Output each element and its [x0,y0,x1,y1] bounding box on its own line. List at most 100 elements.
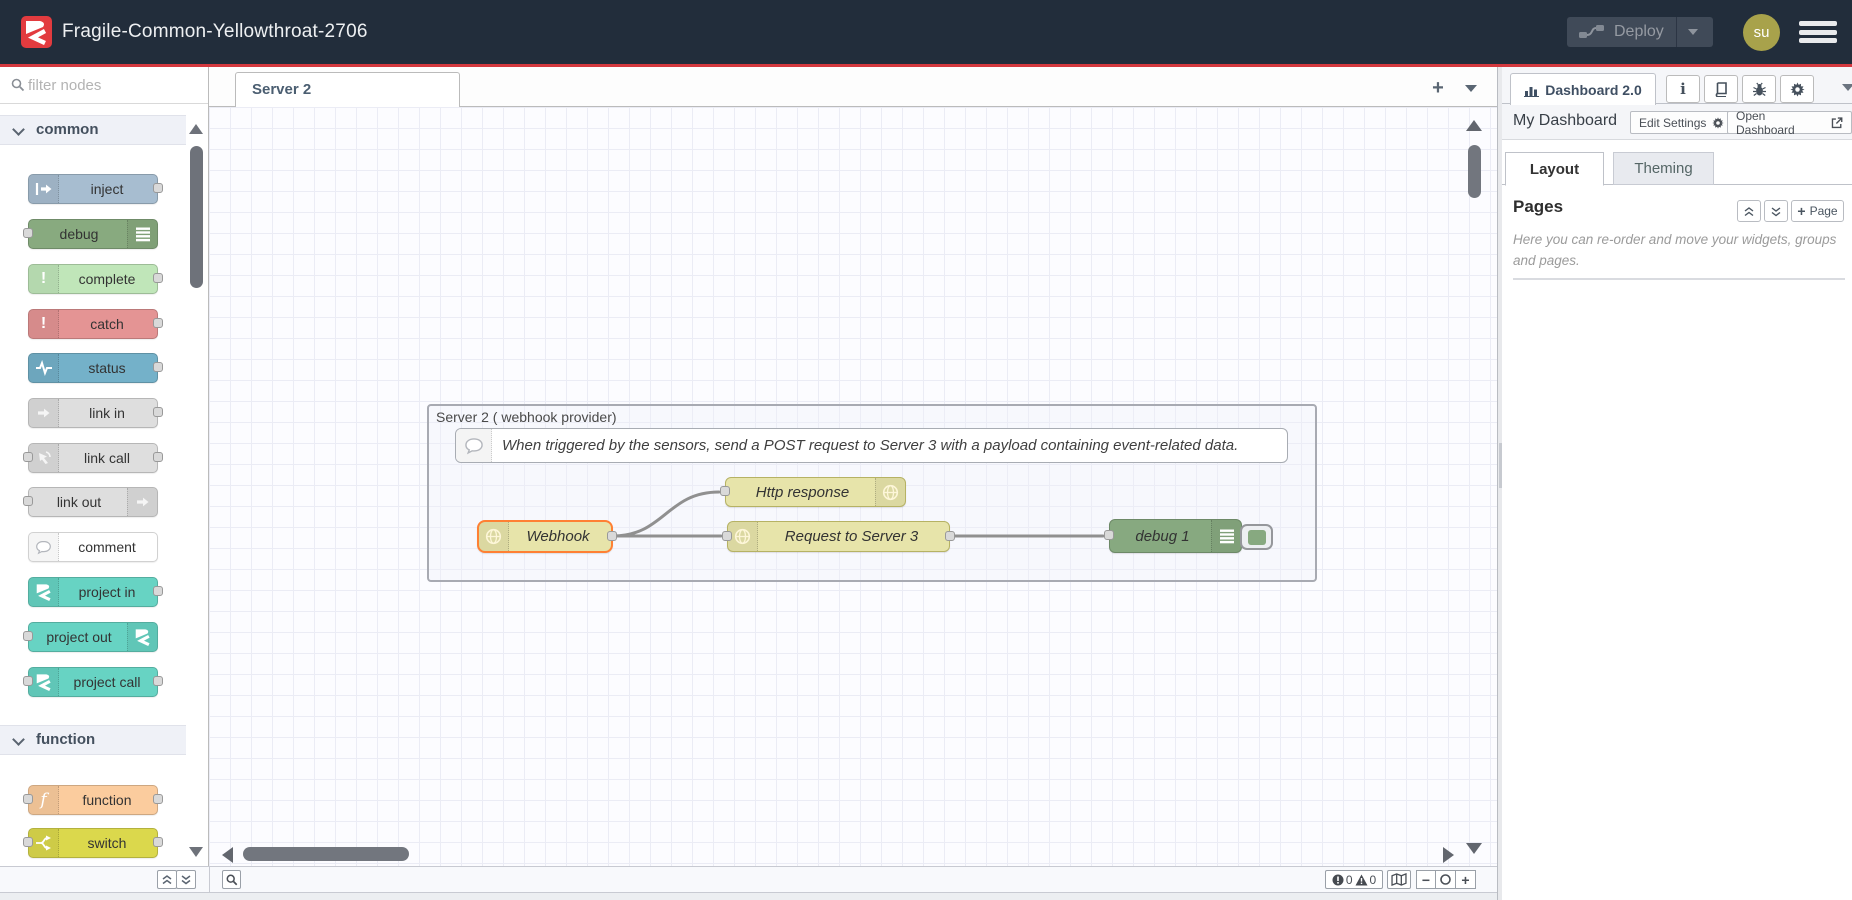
debug-list-icon [1211,520,1241,552]
zoom-out-button[interactable]: − [1416,870,1436,889]
palette-node-complete[interactable]: ! complete [28,264,158,294]
input-port[interactable] [23,228,33,238]
palette-category-function[interactable]: function [0,725,186,755]
deploy-options-caret[interactable] [1676,17,1709,47]
gear-icon [1712,117,1724,129]
palette-search [0,67,208,104]
link-arrow-icon [127,488,157,516]
move-page-down-button[interactable] [1764,200,1788,222]
palette-node-function[interactable]: f function [28,785,158,815]
circle-icon [1440,874,1451,885]
palette-node-status[interactable]: status [28,353,158,383]
palette-category-common[interactable]: common [0,115,186,145]
add-flow-button[interactable]: + [1423,73,1453,103]
comment-bubble-icon [456,429,492,462]
palette-node-link-in[interactable]: link in [28,398,158,428]
canvas-scroll-left[interactable] [222,847,233,863]
input-port[interactable] [720,486,730,496]
edit-settings-button[interactable]: Edit Settings [1630,111,1733,134]
output-port[interactable] [945,531,955,541]
palette-expand-all-button[interactable] [176,870,196,889]
flow-node-debug1[interactable]: debug 1 [1109,519,1242,553]
output-port[interactable] [153,452,163,462]
project-logo-icon [29,668,59,696]
flow-canvas[interactable]: Server 2 ( webhook provider) When trigge… [209,107,1497,866]
comment-node[interactable]: When triggered by the sensors, send a PO… [455,428,1288,463]
project-logo-icon [29,578,59,606]
pages-help-text: Here you can re-order and move your widg… [1513,230,1845,272]
output-port[interactable] [153,183,163,193]
input-port[interactable] [23,452,33,462]
palette-node-comment[interactable]: comment [28,532,158,562]
input-port[interactable] [1104,530,1114,540]
palette-scroll-down[interactable] [189,847,203,857]
input-port[interactable] [23,676,33,686]
zoom-reset-button[interactable] [1436,870,1456,889]
input-port[interactable] [23,837,33,847]
palette-node-link-call[interactable]: link call [28,443,158,473]
palette-node-project-in[interactable]: project in [28,577,158,607]
debug-enable-toggle[interactable] [1240,524,1273,550]
flow-node-webhook[interactable]: Webhook [477,520,613,553]
sidebar-tabs-caret[interactable] [1842,84,1852,91]
input-port[interactable] [722,531,732,541]
move-page-up-button[interactable] [1737,200,1761,222]
comment-text: When triggered by the sensors, send a PO… [502,429,1238,462]
palette-node-project-out[interactable]: project out [28,622,158,652]
palette-scroll-up[interactable] [189,124,203,134]
palette-node-switch[interactable]: switch [28,828,158,858]
input-port[interactable] [23,631,33,641]
tab-layout[interactable]: Layout [1505,152,1604,186]
input-port[interactable] [23,794,33,804]
deploy-button[interactable]: Deploy [1567,17,1713,47]
pages-heading: Pages [1513,197,1563,217]
canvas-vscrollbar[interactable] [1468,145,1481,198]
open-dashboard-button[interactable]: Open Dashboard [1727,111,1852,134]
user-avatar[interactable]: su [1743,14,1780,51]
canvas-scroll-down[interactable] [1466,843,1482,854]
output-port[interactable] [153,586,163,596]
flow-node-request-to-server3[interactable]: Request to Server 3 [727,521,950,552]
dashboard-header-row: My Dashboard Edit Settings Open Dashboar… [1502,104,1852,140]
zoom-in-button[interactable]: + [1456,870,1476,889]
palette-collapse-all-button[interactable] [157,870,177,889]
palette-node-link-out[interactable]: link out [28,487,158,517]
sidebar-tab-dashboard[interactable]: Dashboard 2.0 [1510,73,1656,105]
output-port[interactable] [153,407,163,417]
flow-tab-server2[interactable]: Server 2 [235,72,460,108]
output-port[interactable] [607,531,617,541]
notifications-counter[interactable]: 0 0 [1325,870,1383,889]
palette-node-inject[interactable]: inject [28,174,158,204]
function-f-icon: f [29,786,59,814]
output-port[interactable] [153,362,163,372]
output-port[interactable] [153,837,163,847]
palette-node-project-call[interactable]: project call [28,667,158,697]
canvas-scroll-up[interactable] [1466,120,1482,131]
tab-theming[interactable]: Theming [1613,152,1714,185]
flow-list-caret[interactable] [1465,85,1477,92]
main-menu-button[interactable] [1799,21,1837,43]
deploy-label: Deploy [1614,23,1664,41]
canvas-scroll-right[interactable] [1443,847,1454,863]
chevron-down-icon [12,123,25,136]
input-port[interactable] [23,496,33,506]
palette-node-catch[interactable]: ! catch [28,309,158,339]
output-port[interactable] [153,676,163,686]
search-flows-button[interactable] [222,870,241,889]
minimap-toggle-button[interactable] [1387,870,1411,889]
palette-scrollbar[interactable] [190,146,203,288]
canvas-hscrollbar[interactable] [243,847,409,861]
debug-list-icon [127,220,157,248]
palette-node-debug[interactable]: debug [28,219,158,249]
link-arrow-icon [29,399,59,427]
output-port[interactable] [153,794,163,804]
output-port[interactable] [153,318,163,328]
globe-icon [479,522,509,551]
add-page-button[interactable]: + Page [1791,200,1844,222]
output-port[interactable] [153,273,163,283]
flow-node-http-response[interactable]: Http response [725,477,906,507]
filter-nodes-input[interactable] [28,71,188,99]
exclamation-icon: ! [29,310,59,338]
comment-bubble-icon [29,533,59,561]
workspace-tabbar: Server 2 + [209,67,1497,107]
